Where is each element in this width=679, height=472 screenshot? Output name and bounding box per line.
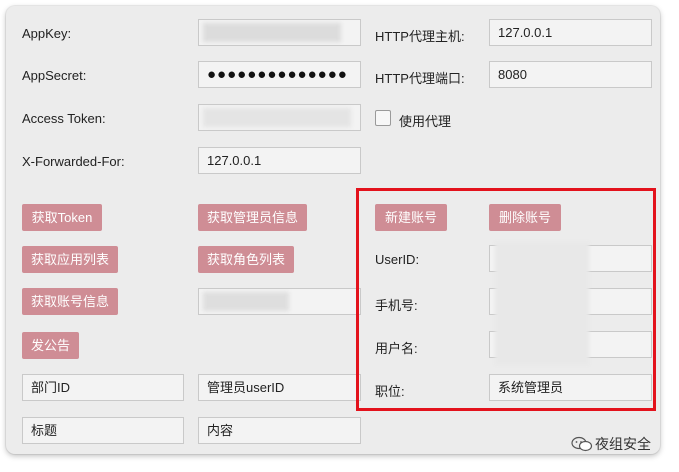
xff-field[interactable]: 127.0.0.1 [198,147,361,174]
appkey-label: AppKey: [22,26,72,41]
account-info-redacted [203,292,289,311]
access-token-field[interactable] [198,104,361,131]
get-app-list-button[interactable]: 获取应用列表 [22,246,118,273]
get-admin-info-button[interactable]: 获取管理员信息 [198,204,307,231]
watermark-text: 夜组安全 [595,436,651,452]
appsecret-field[interactable]: ●●●●●●●●●●●●●● [198,61,361,88]
highlight-box [356,188,656,411]
watermark: 夜组安全 [571,434,651,454]
appsecret-label: AppSecret: [22,68,87,83]
dept-id-field[interactable]: 部门ID [22,374,184,401]
wechat-icon [571,436,593,452]
proxy-port-field[interactable]: 8080 [489,61,652,88]
proxy-host-label: HTTP代理主机: [375,29,465,44]
announce-button[interactable]: 发公告 [22,332,79,359]
access-token-label: Access Token: [22,111,106,126]
account-info-field[interactable] [198,288,361,315]
access-token-redacted [203,108,351,127]
use-proxy-checkbox[interactable] [375,110,391,126]
get-role-list-button[interactable]: 获取角色列表 [198,246,294,273]
appkey-field[interactable] [198,19,361,46]
appkey-redacted [203,23,341,42]
proxy-port-label: HTTP代理端口: [375,71,465,86]
admin-userid-field[interactable]: 管理员userID [198,374,361,401]
get-token-button[interactable]: 获取Token [22,204,102,231]
xff-label: X-Forwarded-For: [22,154,125,169]
get-account-info-button[interactable]: 获取账号信息 [22,288,118,315]
title-field[interactable]: 标题 [22,417,184,444]
content-field[interactable]: 内容 [198,417,361,444]
use-proxy-label: 使用代理 [399,114,452,129]
proxy-host-field[interactable]: 127.0.0.1 [489,19,652,46]
